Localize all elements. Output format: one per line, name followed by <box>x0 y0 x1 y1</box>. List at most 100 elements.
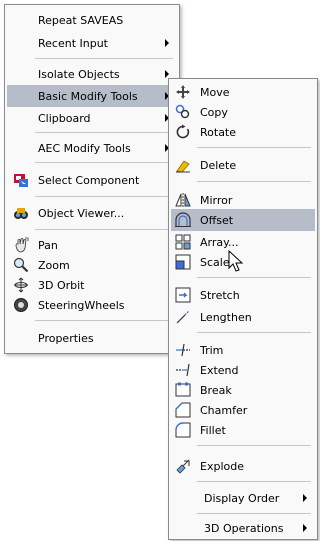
menu-item-3d-orbit[interactable]: 3D Orbit <box>7 274 177 296</box>
fillet-icon <box>175 422 191 438</box>
chamfer-icon <box>175 402 191 418</box>
menu-item-move[interactable]: Move <box>171 81 315 103</box>
menu-separator <box>197 513 311 514</box>
menu-item-label: Break <box>200 383 232 397</box>
extend-icon <box>175 362 191 378</box>
menu-item-label: Rotate <box>200 125 237 139</box>
mouse-pointer-icon <box>228 250 244 272</box>
stretch-icon <box>175 287 191 303</box>
mirror-icon <box>175 192 191 208</box>
menu-item-label: Display Order <box>204 491 280 505</box>
menu-item-mirror[interactable]: Mirror <box>171 189 315 211</box>
menu-item-label: Extend <box>200 363 239 377</box>
menu-item-3d-operations[interactable]: 3D Operations <box>171 517 315 539</box>
menu-item-explode[interactable]: Explode <box>171 455 315 477</box>
select-component-icon <box>13 172 29 188</box>
menu-separator <box>35 196 173 197</box>
menu-item-label: Scale <box>200 255 230 269</box>
menu-separator <box>35 162 173 163</box>
menu-item-label: Basic Modify Tools <box>38 89 138 103</box>
rotate-icon <box>175 124 191 140</box>
menu-item-label: Delete <box>200 158 237 172</box>
menu-separator <box>197 332 311 333</box>
menu-item-isolate-objects[interactable]: Isolate Objects <box>7 63 177 85</box>
menu-item-properties[interactable]: Properties <box>7 327 177 349</box>
context-menu: Repeat SAVEAS Recent Input Isolate Objec… <box>4 4 180 354</box>
menu-item-label: Zoom <box>38 258 70 272</box>
steering-wheel-icon <box>13 297 29 313</box>
menu-item-steeringwheels[interactable]: SteeringWheels <box>7 294 177 316</box>
menu-separator <box>197 277 311 278</box>
submenu-arrow-icon <box>165 70 169 78</box>
menu-item-label: Copy <box>200 105 228 119</box>
menu-item-copy[interactable]: Copy <box>171 101 315 123</box>
menu-item-label: Explode <box>200 459 244 473</box>
pan-hand-icon <box>13 237 29 253</box>
menu-item-zoom[interactable]: Zoom <box>7 254 177 276</box>
scale-icon <box>175 254 191 270</box>
menu-item-break[interactable]: Break <box>171 379 315 401</box>
basic-modify-tools-submenu: Move Copy Rotate Delete Mirror Offset Ar… <box>168 78 318 540</box>
menu-separator <box>35 58 173 59</box>
menu-item-label: AEC Modify Tools <box>38 141 131 155</box>
menu-separator <box>35 229 173 230</box>
menu-item-stretch[interactable]: Stretch <box>171 284 315 306</box>
menu-item-label: Stretch <box>200 288 240 302</box>
menu-item-recent-input[interactable]: Recent Input <box>7 32 177 54</box>
menu-item-chamfer[interactable]: Chamfer <box>171 399 315 421</box>
menu-item-label: Lengthen <box>200 310 252 324</box>
menu-item-basic-modify-tools[interactable]: Basic Modify Tools <box>7 85 177 107</box>
menu-item-repeat-saveas[interactable]: Repeat SAVEAS <box>7 9 177 31</box>
menu-item-label: Fillet <box>200 423 226 437</box>
menu-item-delete[interactable]: Delete <box>171 154 315 176</box>
menu-item-label: 3D Operations <box>204 521 284 535</box>
menu-item-label: Clipboard <box>38 111 91 125</box>
3d-orbit-icon <box>13 277 29 293</box>
trim-icon <box>175 342 191 358</box>
menu-item-pan[interactable]: Pan <box>7 234 177 256</box>
menu-item-label: Offset <box>200 213 234 227</box>
offset-icon <box>175 212 191 228</box>
eraser-delete-icon <box>175 157 191 173</box>
menu-item-label: Object Viewer... <box>38 206 125 220</box>
menu-item-label: Chamfer <box>200 403 248 417</box>
menu-item-display-order[interactable]: Display Order <box>171 487 315 509</box>
menu-separator <box>197 181 311 182</box>
menu-item-select-component[interactable]: Select Component <box>7 169 177 191</box>
menu-item-label: Repeat SAVEAS <box>38 13 124 27</box>
menu-item-label: Move <box>200 85 230 99</box>
menu-separator <box>35 132 173 133</box>
menu-item-clipboard[interactable]: Clipboard <box>7 107 177 129</box>
menu-item-trim[interactable]: Trim <box>171 339 315 361</box>
menu-item-label: Recent Input <box>38 36 108 50</box>
menu-item-object-viewer[interactable]: Object Viewer... <box>7 202 177 224</box>
menu-item-label: Mirror <box>200 193 233 207</box>
array-grid-icon <box>175 234 191 250</box>
menu-item-fillet[interactable]: Fillet <box>171 419 315 441</box>
menu-item-label: 3D Orbit <box>38 278 85 292</box>
menu-item-label: Trim <box>200 343 224 357</box>
menu-item-rotate[interactable]: Rotate <box>171 121 315 143</box>
menu-item-label: Array... <box>200 235 239 249</box>
menu-item-label: Isolate Objects <box>38 67 120 81</box>
lengthen-icon <box>175 309 191 325</box>
submenu-arrow-icon <box>303 524 307 532</box>
menu-separator <box>197 445 311 446</box>
menu-item-label: Properties <box>38 331 94 345</box>
menu-item-label: SteeringWheels <box>38 298 125 312</box>
menu-item-lengthen[interactable]: Lengthen <box>171 306 315 328</box>
menu-item-offset[interactable]: Offset <box>171 209 315 231</box>
move-arrows-icon <box>175 84 191 100</box>
explode-icon <box>175 458 191 474</box>
menu-separator <box>197 147 311 148</box>
menu-separator <box>197 481 311 482</box>
menu-item-label: Pan <box>38 238 58 252</box>
menu-item-extend[interactable]: Extend <box>171 359 315 381</box>
submenu-arrow-icon <box>303 494 307 502</box>
break-icon <box>175 382 191 398</box>
menu-item-aec-modify-tools[interactable]: AEC Modify Tools <box>7 137 177 159</box>
submenu-arrow-icon <box>165 39 169 47</box>
menu-separator <box>35 320 173 321</box>
copy-icon <box>175 104 191 120</box>
zoom-magnifier-icon <box>13 257 29 273</box>
